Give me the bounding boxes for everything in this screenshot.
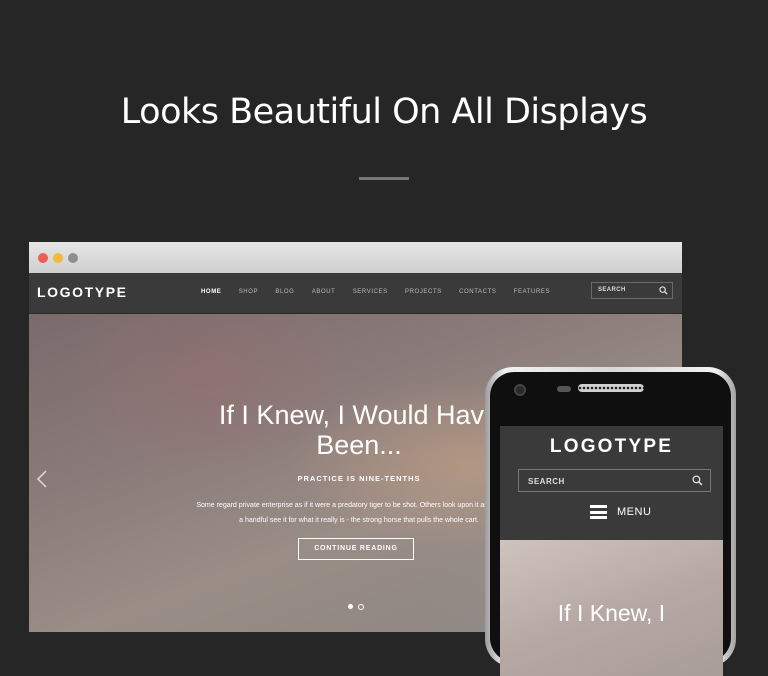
minimize-window-dot[interactable]	[53, 253, 63, 263]
phone-screen: LOGOTYPE SEARCH MENU If I Knew, I	[500, 426, 723, 676]
slider-dot-1[interactable]	[348, 604, 353, 609]
headline-divider	[359, 177, 409, 180]
mobile-site-logo[interactable]: LOGOTYPE	[500, 436, 723, 458]
camera-icon	[514, 384, 526, 396]
browser-chrome	[29, 242, 682, 273]
hamburger-icon	[590, 505, 607, 519]
close-window-dot[interactable]	[38, 253, 48, 263]
site-navbar: LOGOTYPE HOME SHOP BLOG ABOUT SERVICES P…	[29, 273, 682, 314]
nav-item-contacts[interactable]: CONTACTS	[459, 289, 496, 295]
maximize-window-dot[interactable]	[68, 253, 78, 263]
nav-item-shop[interactable]: SHOP	[239, 289, 258, 295]
mobile-phone-mockup: LOGOTYPE SEARCH MENU If I Knew, I	[485, 367, 736, 676]
continue-reading-button[interactable]: CONTINUE READING	[298, 538, 414, 560]
search-icon[interactable]	[659, 286, 668, 295]
search-input[interactable]: SEARCH	[591, 282, 673, 299]
mobile-menu-button[interactable]: MENU	[590, 502, 670, 522]
mobile-hero: If I Knew, I	[500, 540, 723, 676]
search-placeholder: SEARCH	[598, 287, 626, 293]
phone-body: LOGOTYPE SEARCH MENU If I Knew, I	[490, 372, 731, 676]
sensor-icon	[557, 386, 571, 392]
mobile-hero-title: If I Knew, I	[557, 600, 666, 626]
search-icon[interactable]	[692, 475, 703, 486]
mobile-search-input[interactable]: SEARCH	[518, 469, 711, 492]
nav-item-features[interactable]: FEATURES	[514, 289, 550, 295]
menu-label: MENU	[617, 506, 652, 518]
slider-dot-2[interactable]	[358, 604, 364, 610]
site-logo[interactable]: LOGOTYPE	[37, 284, 128, 300]
mobile-search-placeholder: SEARCH	[528, 477, 565, 486]
nav-item-projects[interactable]: PROJECTS	[405, 289, 442, 295]
nav-item-services[interactable]: SERVICES	[353, 289, 388, 295]
speaker-grille-icon	[578, 384, 644, 392]
nav-item-blog[interactable]: BLOG	[275, 289, 294, 295]
main-nav: HOME SHOP BLOG ABOUT SERVICES PROJECTS C…	[201, 289, 565, 295]
nav-item-home[interactable]: HOME	[201, 289, 221, 295]
chevron-left-icon[interactable]	[35, 469, 49, 489]
section-headline: Looks Beautiful On All Displays	[120, 92, 648, 132]
nav-item-about[interactable]: ABOUT	[312, 289, 336, 295]
